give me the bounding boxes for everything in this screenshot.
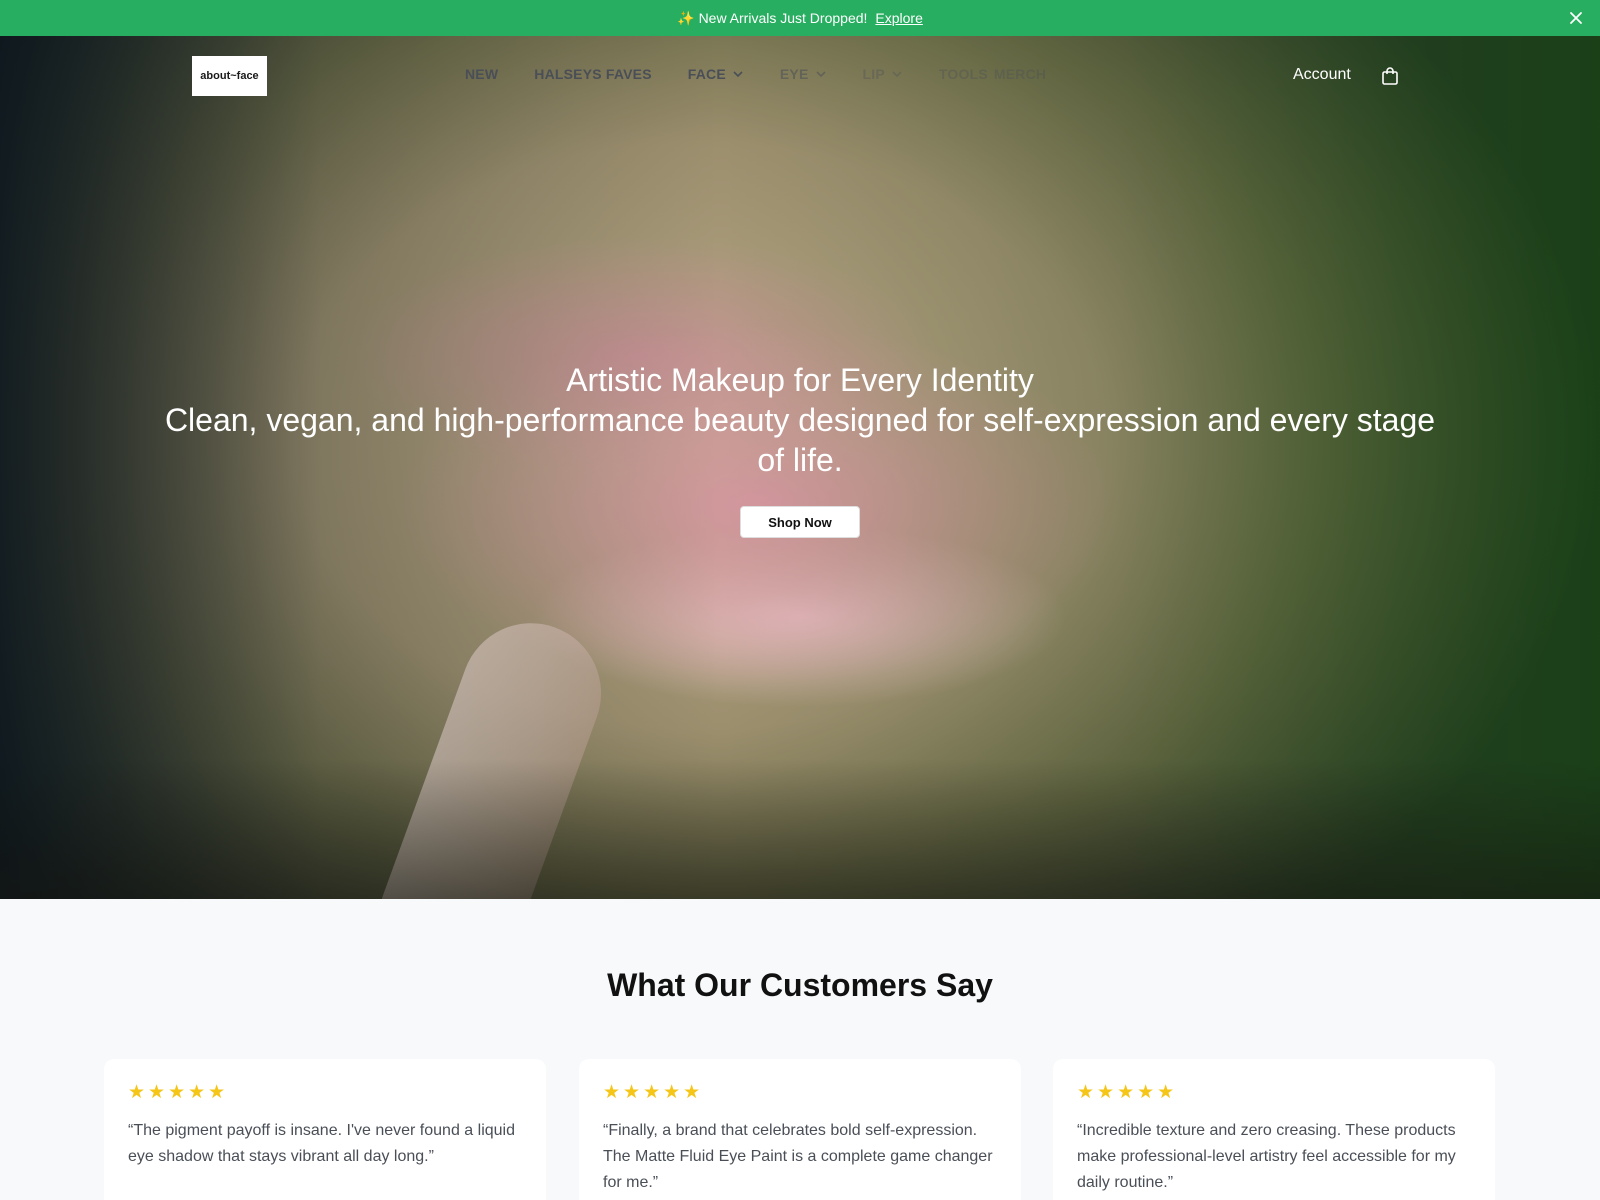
testimonials-heading: What Our Customers Say (607, 967, 993, 1003)
testimonial-card: ★★★★★ “Incredible texture and zero creas… (1053, 1059, 1495, 1200)
announcement-text: New Arrivals Just Dropped! (698, 10, 868, 26)
nav-item-tools[interactable]: TOOLS (939, 66, 988, 82)
main-nav: NEW HALSEYS FAVES FACE EYE LIP TOOLS MER… (465, 66, 1046, 82)
hero-title: Artistic Makeup for Every Identity (566, 362, 1034, 398)
hero-content: Artistic Makeup for Every Identity Clean… (0, 360, 1600, 538)
explore-link[interactable]: Explore (875, 10, 922, 26)
testimonial-card: ★★★★★ “The pigment payoff is insane. I'v… (104, 1059, 546, 1200)
shopping-bag-icon[interactable] (1381, 66, 1399, 86)
nav-item-face[interactable]: FACE (688, 66, 744, 82)
star-rating: ★★★★★ (1077, 1082, 1178, 1103)
nav-item-merch[interactable]: MERCH (994, 66, 1046, 82)
chevron-down-icon (815, 71, 826, 78)
testimonials-section: What Our Customers Say ★★★★★ “The pigmen… (0, 899, 1600, 1200)
testimonial-quote: “Finally, a brand that celebrates bold s… (603, 1122, 993, 1191)
account-link[interactable]: Account (1293, 66, 1351, 84)
announcement-bar: ✨ New Arrivals Just Dropped! Explore (0, 0, 1600, 36)
nav-item-halseys-faves[interactable]: HALSEYS FAVES (534, 66, 651, 82)
testimonial-quote: “The pigment payoff is insane. I've neve… (128, 1122, 515, 1165)
nav-item-eye[interactable]: EYE (780, 66, 827, 82)
close-icon[interactable] (1566, 8, 1586, 28)
sparkle-icon: ✨ (677, 9, 695, 26)
testimonial-card: ★★★★★ “Finally, a brand that celebrates … (579, 1059, 1021, 1200)
nav-item-new[interactable]: NEW (465, 66, 498, 82)
testimonial-quote: “Incredible texture and zero creasing. T… (1077, 1122, 1456, 1191)
star-rating: ★★★★★ (128, 1082, 229, 1103)
chevron-down-icon (733, 71, 743, 78)
logo-text: about~face (200, 70, 259, 82)
nav-item-lip[interactable]: LIP (863, 66, 903, 82)
site-header: about~face NEW HALSEYS FAVES FACE EYE LI… (0, 36, 1600, 116)
shop-now-button[interactable]: Shop Now (740, 506, 860, 538)
brand-logo[interactable]: about~face (192, 56, 267, 96)
hero-subtitle: Clean, vegan, and high-performance beaut… (164, 402, 1436, 478)
star-rating: ★★★★★ (603, 1082, 704, 1103)
chevron-down-icon (892, 71, 902, 78)
